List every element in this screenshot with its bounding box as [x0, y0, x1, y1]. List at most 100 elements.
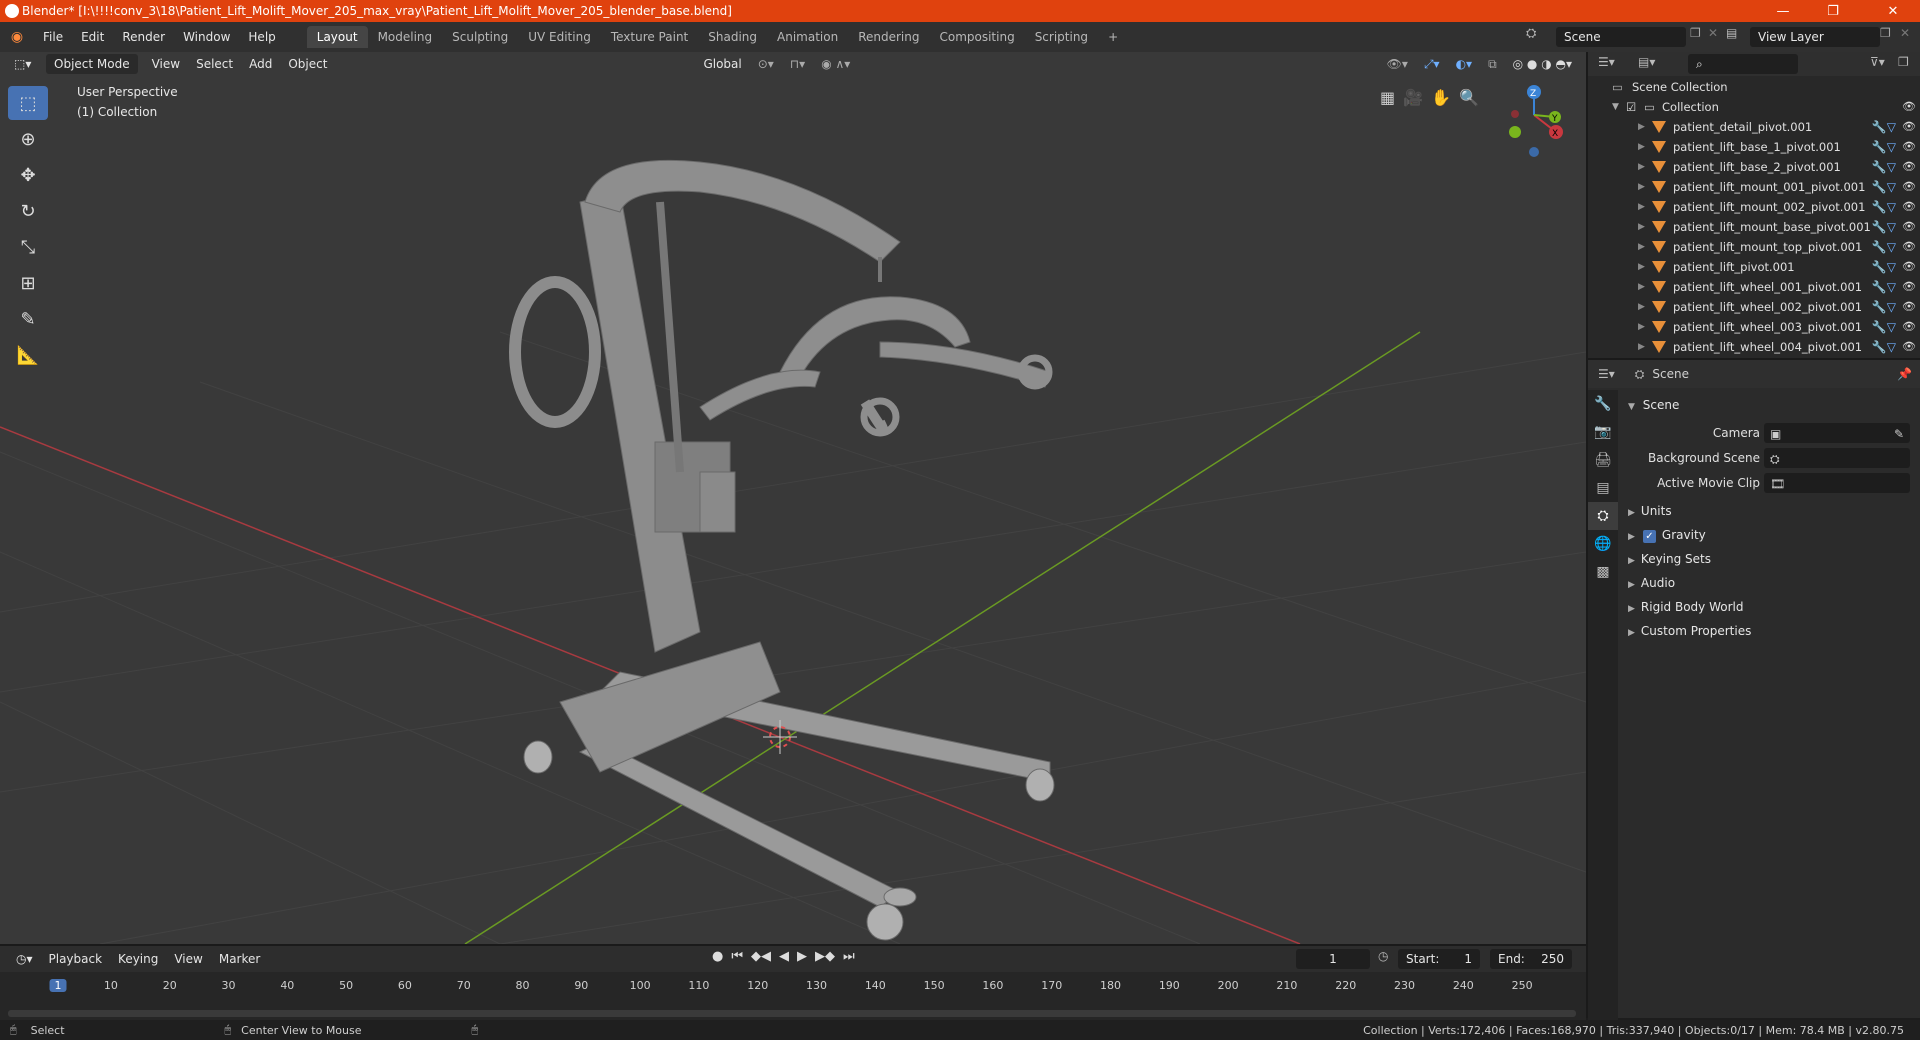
object-visibility-icon[interactable]: 👁 [1902, 137, 1916, 157]
properties-panel-header[interactable]: ▶ ✓ Gravity [1628, 528, 1706, 543]
expand-object-icon[interactable]: ▶ [1638, 317, 1645, 337]
expand-object-icon[interactable]: ▶ [1638, 117, 1645, 137]
outliner-object-row[interactable]: ▶ patient_lift_wheel_004_pivot.001 🔧▽ 👁 [1588, 337, 1920, 357]
collection-visibility-icon[interactable]: 👁 [1902, 97, 1916, 117]
object-visibility-icon[interactable]: 👁 [1902, 277, 1916, 297]
object-visibility-icon[interactable]: 👁▾ [1379, 54, 1416, 74]
toggle-grid-icon[interactable]: ▦ [1380, 88, 1395, 107]
collapse-collection-icon[interactable]: ▼ [1612, 97, 1619, 117]
mode-selector[interactable]: Object Mode [46, 54, 138, 74]
object-visibility-icon[interactable]: 👁 [1902, 157, 1916, 177]
workspace-tab-scripting[interactable]: Scripting [1025, 26, 1098, 48]
workspace-tab-animation[interactable]: Animation [767, 26, 848, 48]
overlay-toggle-icon[interactable]: ◐▾ [1448, 54, 1481, 74]
timeline-menu-marker[interactable]: Marker [211, 949, 268, 969]
menu-file[interactable]: File [34, 26, 72, 48]
expand-object-icon[interactable]: ▶ [1638, 257, 1645, 277]
outliner-object-row[interactable]: ▶ patient_lift_base_2_pivot.001 🔧▽ 👁 [1588, 157, 1920, 177]
outliner-object-row[interactable]: ▶ patient_lift_mount_002_pivot.001 🔧▽ 👁 [1588, 197, 1920, 217]
object-visibility-icon[interactable]: 👁 [1902, 177, 1916, 197]
outliner-object-row[interactable]: ▶ patient_lift_mount_top_pivot.001 🔧▽ 👁 [1588, 237, 1920, 257]
output-tab-icon[interactable]: 🖨 [1588, 446, 1618, 474]
jump-start-icon[interactable]: ⏮ [731, 949, 743, 964]
cursor-tool-icon[interactable]: ⊕ [8, 122, 48, 156]
outliner-object-row[interactable]: ▶ patient_lift_base_1_pivot.001 🔧▽ 👁 [1588, 137, 1920, 157]
expand-object-icon[interactable]: ▶ [1638, 217, 1645, 237]
object-visibility-icon[interactable]: 👁 [1902, 197, 1916, 217]
end-frame-field[interactable]: End: 250 [1490, 949, 1572, 969]
properties-panel-header[interactable]: ▶ Rigid Body World [1628, 600, 1743, 614]
background-scene-field[interactable]: ⛭ [1764, 448, 1910, 468]
next-keyframe-icon[interactable]: ▶◆ [815, 949, 835, 964]
use-preview-range-icon[interactable]: ◷ [1378, 949, 1388, 963]
pivot-point-icon[interactable]: ⊙▾ [750, 54, 782, 74]
rotate-tool-icon[interactable]: ↻ [8, 194, 48, 228]
timeline-menu-keying[interactable]: Keying [110, 949, 166, 969]
editor-type-icon[interactable]: ⬚▾ [6, 54, 42, 74]
3d-viewport[interactable]: Z Y X ⬚▾ Object Mode View Select Add Obj… [0, 52, 1586, 944]
add-workspace-button[interactable]: + [1098, 26, 1128, 48]
properties-editor-icon[interactable]: ☰▾ [1598, 367, 1615, 381]
transform-tool-icon[interactable]: ⊞ [8, 266, 48, 300]
new-view-layer-icon[interactable]: ❐ [1880, 26, 1891, 40]
view-layer-selector[interactable]: View Layer [1750, 27, 1880, 47]
expand-object-icon[interactable]: ▶ [1638, 297, 1645, 317]
workspace-tab-sculpting[interactable]: Sculpting [442, 26, 518, 48]
workspace-tab-uv-editing[interactable]: UV Editing [518, 26, 601, 48]
modifier-mesh-data-icon[interactable]: 🔧▽ [1872, 317, 1896, 337]
tool-tab-icon[interactable]: 🔧 [1588, 390, 1618, 418]
prev-keyframe-icon[interactable]: ◆◀ [751, 949, 771, 964]
timeline-editor[interactable]: ◷▾ Playback Keying View Marker ● ⏮ ◆◀ ◀ … [0, 944, 1586, 1020]
gizmo-toggle-icon[interactable]: ⤢▾ [1416, 54, 1448, 74]
outliner-object-row[interactable]: ▶ patient_lift_wheel_001_pivot.001 🔧▽ 👁 [1588, 277, 1920, 297]
timeline-scrollbar[interactable] [8, 1010, 1576, 1017]
measure-tool-icon[interactable]: 📐 [8, 338, 48, 372]
expand-object-icon[interactable]: ▶ [1638, 237, 1645, 257]
play-icon[interactable]: ▶ [797, 949, 807, 964]
current-frame-field[interactable]: 1 [1296, 949, 1370, 969]
jump-end-icon[interactable]: ⏭ [843, 949, 855, 964]
outliner-object-row[interactable]: ▶ patient_lift_mount_base_pivot.001 🔧▽ 👁 [1588, 217, 1920, 237]
properties-panel-header[interactable]: ▶ Keying Sets [1628, 552, 1711, 566]
expand-object-icon[interactable]: ▶ [1638, 157, 1645, 177]
workspace-tab-compositing[interactable]: Compositing [929, 26, 1024, 48]
menu-edit[interactable]: Edit [72, 26, 113, 48]
texture-tab-icon[interactable]: ▩ [1588, 558, 1618, 586]
expand-object-icon[interactable]: ▶ [1638, 137, 1645, 157]
gravity-checkbox[interactable]: ✓ [1642, 530, 1656, 543]
close-button[interactable]: ✕ [1870, 0, 1916, 22]
modifier-mesh-data-icon[interactable]: 🔧▽ [1872, 277, 1896, 297]
proportional-edit-icon[interactable]: ◉ ∧▾ [813, 54, 858, 74]
expand-object-icon[interactable]: ▶ [1638, 197, 1645, 217]
snap-icon[interactable]: ⊓▾ [782, 54, 813, 74]
workspace-tab-rendering[interactable]: Rendering [848, 26, 929, 48]
outliner-object-row[interactable]: ▶ patient_lift_wheel_002_pivot.001 🔧▽ 👁 [1588, 297, 1920, 317]
outliner-collection[interactable]: ▼ ☑ ▭ Collection 👁 [1588, 97, 1920, 117]
new-scene-icon[interactable]: ❐ [1690, 26, 1701, 40]
active-movie-clip-field[interactable]: 🎞 [1764, 473, 1910, 493]
maximize-button[interactable]: ❐ [1810, 0, 1856, 22]
delete-view-layer-icon[interactable]: ✕ [1900, 26, 1910, 40]
object-visibility-icon[interactable]: 👁 [1902, 117, 1916, 137]
viewport-menu-view[interactable]: View [144, 54, 188, 74]
object-visibility-icon[interactable]: 👁 [1902, 237, 1916, 257]
viewport-menu-add[interactable]: Add [241, 54, 280, 74]
modifier-mesh-data-icon[interactable]: 🔧▽ [1872, 257, 1896, 277]
modifier-mesh-data-icon[interactable]: 🔧▽ [1872, 117, 1896, 137]
start-frame-field[interactable]: Start: 1 [1398, 949, 1480, 969]
workspace-tab-texture-paint[interactable]: Texture Paint [601, 26, 698, 48]
outliner-object-row[interactable]: ▶ patient_lift_pivot.001 🔧▽ 👁 [1588, 257, 1920, 277]
object-visibility-icon[interactable]: 👁 [1902, 217, 1916, 237]
outliner-scene-collection[interactable]: ▭ Scene Collection [1588, 77, 1920, 97]
camera-view-icon[interactable]: 🎥 [1403, 88, 1423, 107]
object-visibility-icon[interactable]: 👁 [1902, 317, 1916, 337]
world-tab-icon[interactable]: 🌐 [1588, 530, 1618, 558]
zoom-view-icon[interactable]: 🔍 [1459, 88, 1479, 107]
move-tool-icon[interactable]: ✥ [8, 158, 48, 192]
record-icon[interactable]: ● [712, 949, 723, 964]
workspace-tab-layout[interactable]: Layout [306, 26, 368, 48]
camera-field[interactable]: ▣ ✎ [1764, 423, 1910, 443]
modifier-mesh-data-icon[interactable]: 🔧▽ [1872, 157, 1896, 177]
outliner-object-row[interactable]: ▶ patient_detail_pivot.001 🔧▽ 👁 [1588, 117, 1920, 137]
annotate-tool-icon[interactable]: ✎ [8, 302, 48, 336]
